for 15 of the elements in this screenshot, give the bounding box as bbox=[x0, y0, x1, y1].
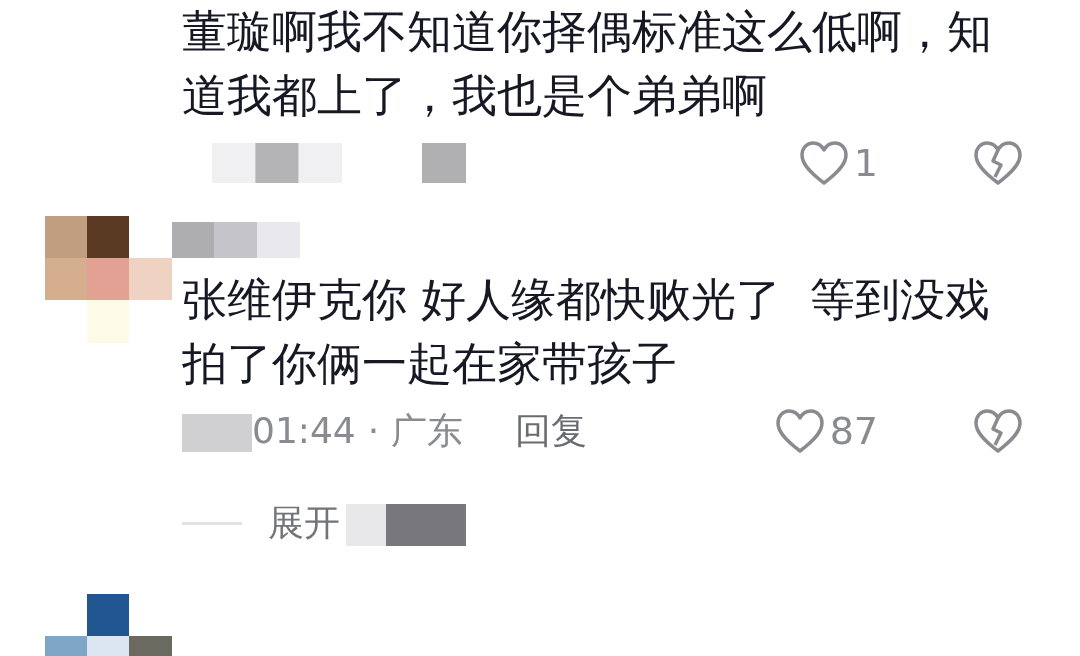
heart-icon[interactable] bbox=[799, 141, 848, 185]
separator-dot: · bbox=[367, 409, 380, 453]
broken-heart-icon[interactable] bbox=[974, 141, 1022, 185]
comment-text: 张维伊克你 好人缘都快败光了 等到没戏拍了你俩一起在家带孩子 bbox=[182, 272, 991, 392]
broken-heart-icon[interactable] bbox=[974, 409, 1022, 453]
like-count: 1 bbox=[853, 139, 878, 187]
comment-time: 01:44 bbox=[252, 409, 356, 453]
comment-location: 广东 bbox=[391, 409, 464, 453]
comment-text: 董璇啊我不知道你择偶标准这么低啊，知道我都上了，我也是个弟弟啊 bbox=[182, 4, 993, 124]
expand-replies-link[interactable]: 展开 bbox=[268, 496, 340, 550]
pixelated-info bbox=[422, 143, 466, 183]
pixelated-avatar[interactable] bbox=[45, 216, 173, 344]
like-count: 87 bbox=[829, 407, 878, 455]
heart-icon[interactable] bbox=[775, 409, 824, 453]
reply-link[interactable]: 回复 bbox=[515, 404, 588, 458]
